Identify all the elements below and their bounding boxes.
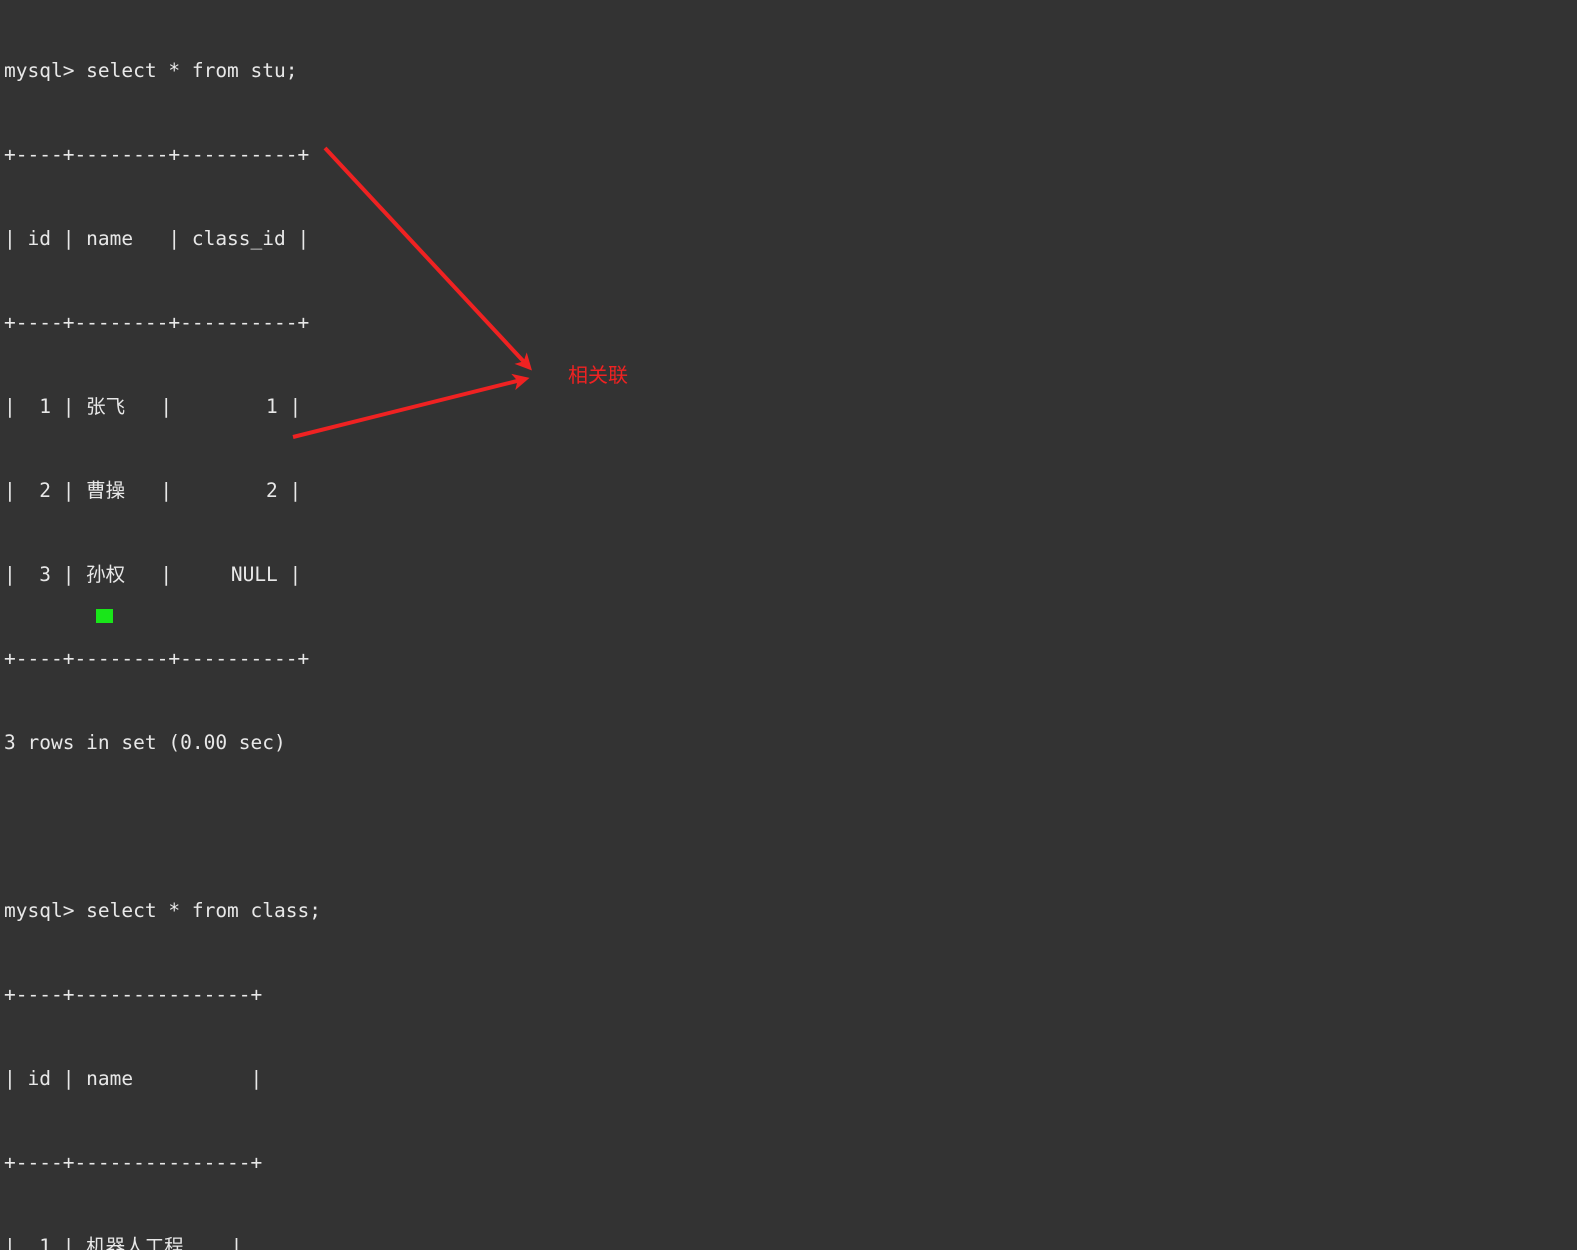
terminal-line-class-row-1: | 1 | 机器人工程 | [4,1235,243,1250]
console-output: mysql> select * from stu; +----+--------… [4,1,1425,1250]
terminal-line-stu-header: | id | name | class_id | [4,227,310,250]
terminal-line-stu-row-2: | 2 | 曹操 | 2 | [4,479,302,502]
terminal-line-stu-top-border: +----+--------+----------+ [4,143,310,166]
terminal-line-stu-header-border: +----+--------+----------+ [4,311,310,334]
terminal-window[interactable]: mysql> select * from stu; +----+--------… [0,0,1577,1250]
terminal-cursor [96,609,113,623]
terminal-line-class-top-border: +----+---------------+ [4,983,263,1006]
terminal-line-prompt-select-class: mysql> select * from class; [4,899,321,922]
terminal-line-blank-1 [4,813,1425,841]
terminal-line-class-header-border: +----+---------------+ [4,1151,263,1174]
terminal-line-stu-bottom-border: +----+--------+----------+ [4,647,310,670]
annotation-label: 相关联 [568,363,628,387]
terminal-line-prompt-select-stu: mysql> select * from stu; [4,59,298,82]
terminal-line-class-header: | id | name | [4,1067,263,1090]
terminal-line-stu-row-3: | 3 | 孙权 | NULL | [4,563,302,586]
terminal-line-stu-result: 3 rows in set (0.00 sec) [4,731,286,754]
terminal-line-stu-row-1: | 1 | 张飞 | 1 | [4,395,302,418]
